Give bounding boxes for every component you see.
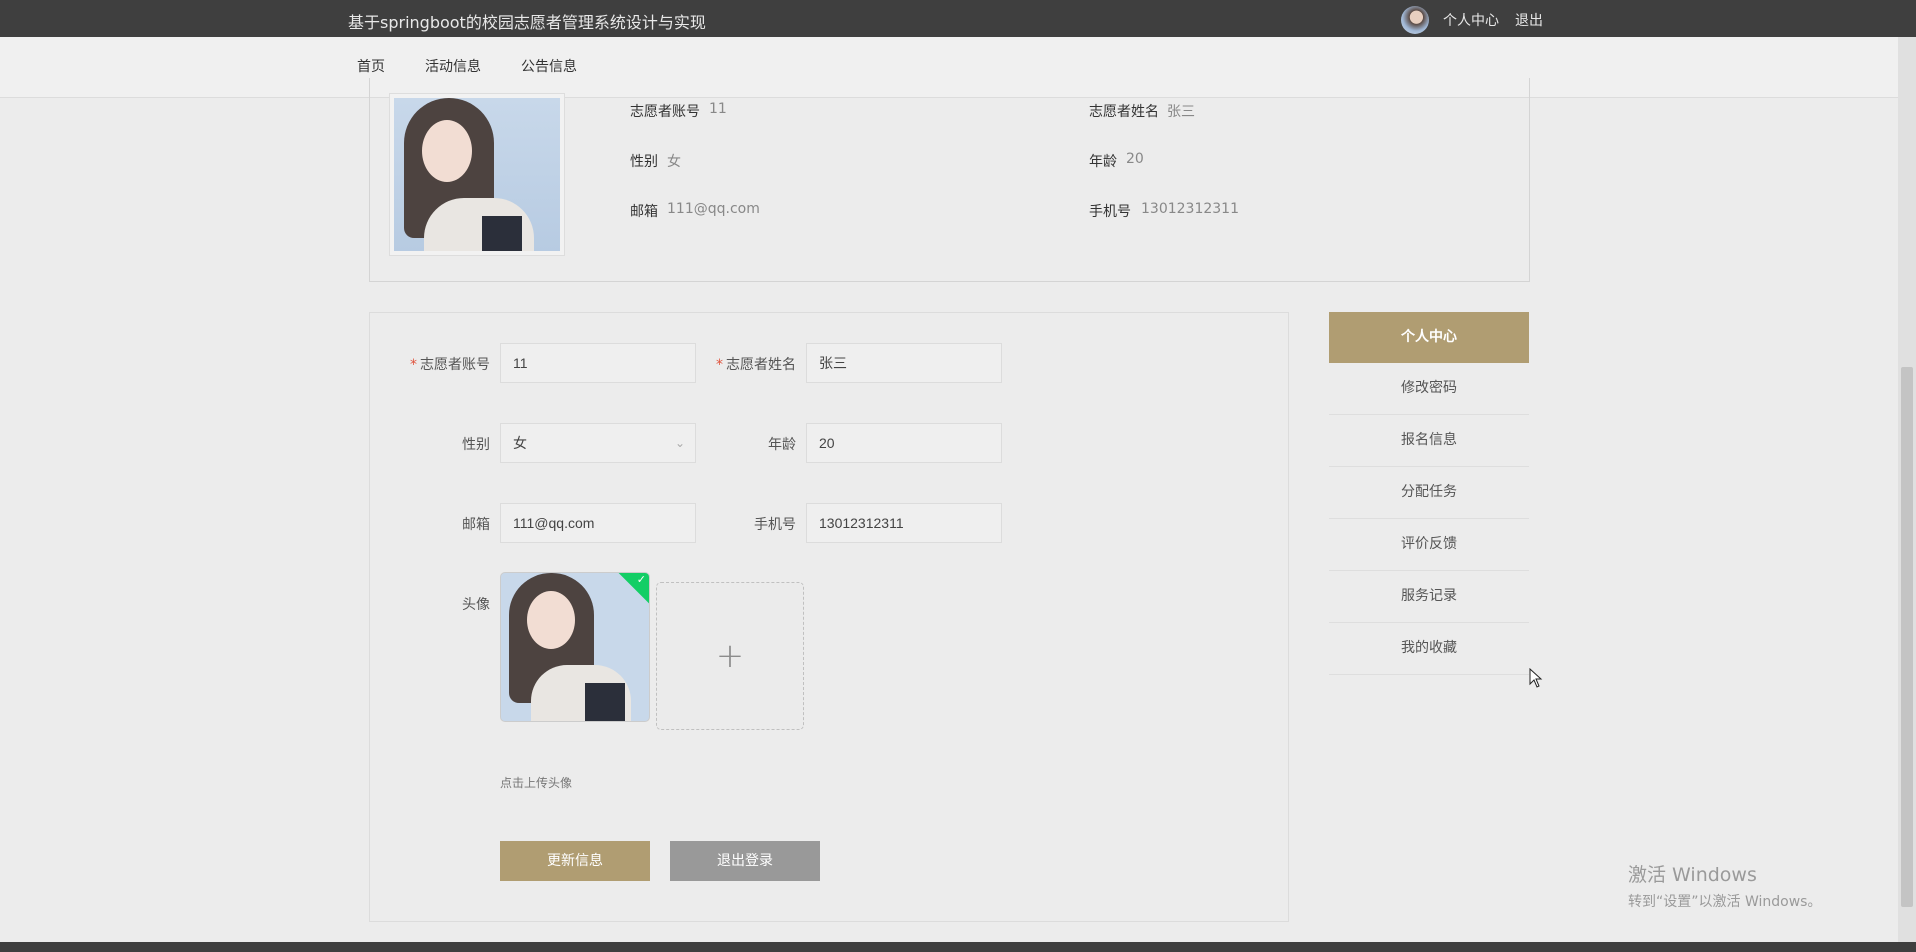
user-avatar[interactable] bbox=[1401, 6, 1429, 34]
age-input[interactable]: 20 bbox=[806, 423, 1002, 463]
check-icon: ✓ bbox=[636, 573, 646, 586]
phone-input[interactable]: 13012312311 bbox=[806, 503, 1002, 543]
top-bar: 基于springboot的校园志愿者管理系统设计与实现 个人中心 退出 bbox=[0, 0, 1916, 37]
avatar-field-label: 头像 bbox=[462, 597, 490, 613]
uploaded-avatar[interactable]: ✓ bbox=[500, 572, 650, 722]
info-phone-value: 13012312311 bbox=[1141, 201, 1239, 217]
windows-activation-watermark: 激活 Windows 转到“设置”以激活 Windows。 bbox=[1628, 860, 1821, 911]
info-name-value: 张三 bbox=[1167, 104, 1195, 120]
nav-item-notices[interactable]: 公告信息 bbox=[521, 56, 577, 76]
upload-hint: 点击上传头像 bbox=[500, 776, 573, 790]
side-menu-registrations[interactable]: 报名信息 bbox=[1329, 415, 1529, 467]
name-input[interactable]: 张三 bbox=[806, 343, 1002, 383]
side-menu-favorites[interactable]: 我的收藏 bbox=[1329, 623, 1529, 675]
chevron-down-icon: ⌄ bbox=[674, 436, 685, 450]
info-account-value: 11 bbox=[709, 101, 727, 117]
phone-field-label: 手机号 bbox=[754, 517, 796, 533]
info-age-label: 年龄 bbox=[1089, 154, 1117, 170]
plus-icon: + bbox=[715, 636, 745, 676]
nav-item-home[interactable]: 首页 bbox=[357, 56, 385, 76]
info-name-label: 志愿者姓名 bbox=[1089, 104, 1159, 120]
required-mark: * bbox=[410, 357, 417, 373]
watermark-subtitle: 转到“设置”以激活 Windows。 bbox=[1628, 894, 1822, 910]
side-menu-feedback[interactable]: 评价反馈 bbox=[1329, 519, 1529, 571]
watermark-title: 激活 Windows bbox=[1628, 864, 1757, 886]
avatar-upload-button[interactable]: + bbox=[656, 582, 804, 730]
profile-link[interactable]: 个人中心 bbox=[1443, 10, 1499, 30]
user-side-menu: 个人中心 修改密码 报名信息 分配任务 评价反馈 服务记录 我的收藏 bbox=[1329, 312, 1529, 675]
info-account-label: 志愿者账号 bbox=[630, 104, 700, 120]
logout-button[interactable]: 退出登录 bbox=[670, 841, 820, 881]
age-field-label: 年龄 bbox=[768, 437, 796, 453]
side-menu-tasks[interactable]: 分配任务 bbox=[1329, 467, 1529, 519]
update-info-button[interactable]: 更新信息 bbox=[500, 841, 650, 881]
required-mark: * bbox=[716, 357, 723, 373]
gender-select-value: 女 bbox=[513, 435, 527, 451]
mouse-pointer-icon bbox=[1529, 668, 1543, 688]
scrollbar-thumb[interactable] bbox=[1901, 367, 1913, 907]
name-field-label: * 志愿者姓名 bbox=[716, 357, 796, 373]
info-gender-value: 女 bbox=[667, 154, 681, 170]
email-input[interactable]: 111@qq.com bbox=[500, 503, 696, 543]
info-email-value: 111@qq.com bbox=[667, 201, 760, 217]
info-email-label: 邮箱 bbox=[630, 204, 658, 220]
page-scrollbar[interactable] bbox=[1898, 37, 1916, 942]
info-age-value: 20 bbox=[1126, 151, 1144, 167]
account-input[interactable]: 11 bbox=[500, 343, 696, 383]
info-phone-label: 手机号 bbox=[1089, 204, 1131, 220]
site-title: 基于springboot的校园志愿者管理系统设计与实现 bbox=[348, 13, 706, 32]
gender-select[interactable]: 女 ⌄ bbox=[500, 423, 696, 463]
gender-field-label: 性别 bbox=[462, 437, 490, 453]
logout-link[interactable]: 退出 bbox=[1515, 10, 1543, 30]
bottom-bar bbox=[0, 942, 1916, 952]
account-field-label: * 志愿者账号 bbox=[410, 357, 490, 373]
info-gender-label: 性别 bbox=[630, 154, 658, 170]
nav-item-activities[interactable]: 活动信息 bbox=[425, 56, 481, 76]
side-menu-profile[interactable]: 个人中心 bbox=[1329, 312, 1529, 363]
side-menu-change-password[interactable]: 修改密码 bbox=[1329, 363, 1529, 415]
profile-photo bbox=[389, 93, 565, 256]
email-field-label: 邮箱 bbox=[462, 517, 490, 533]
side-menu-service-records[interactable]: 服务记录 bbox=[1329, 571, 1529, 623]
